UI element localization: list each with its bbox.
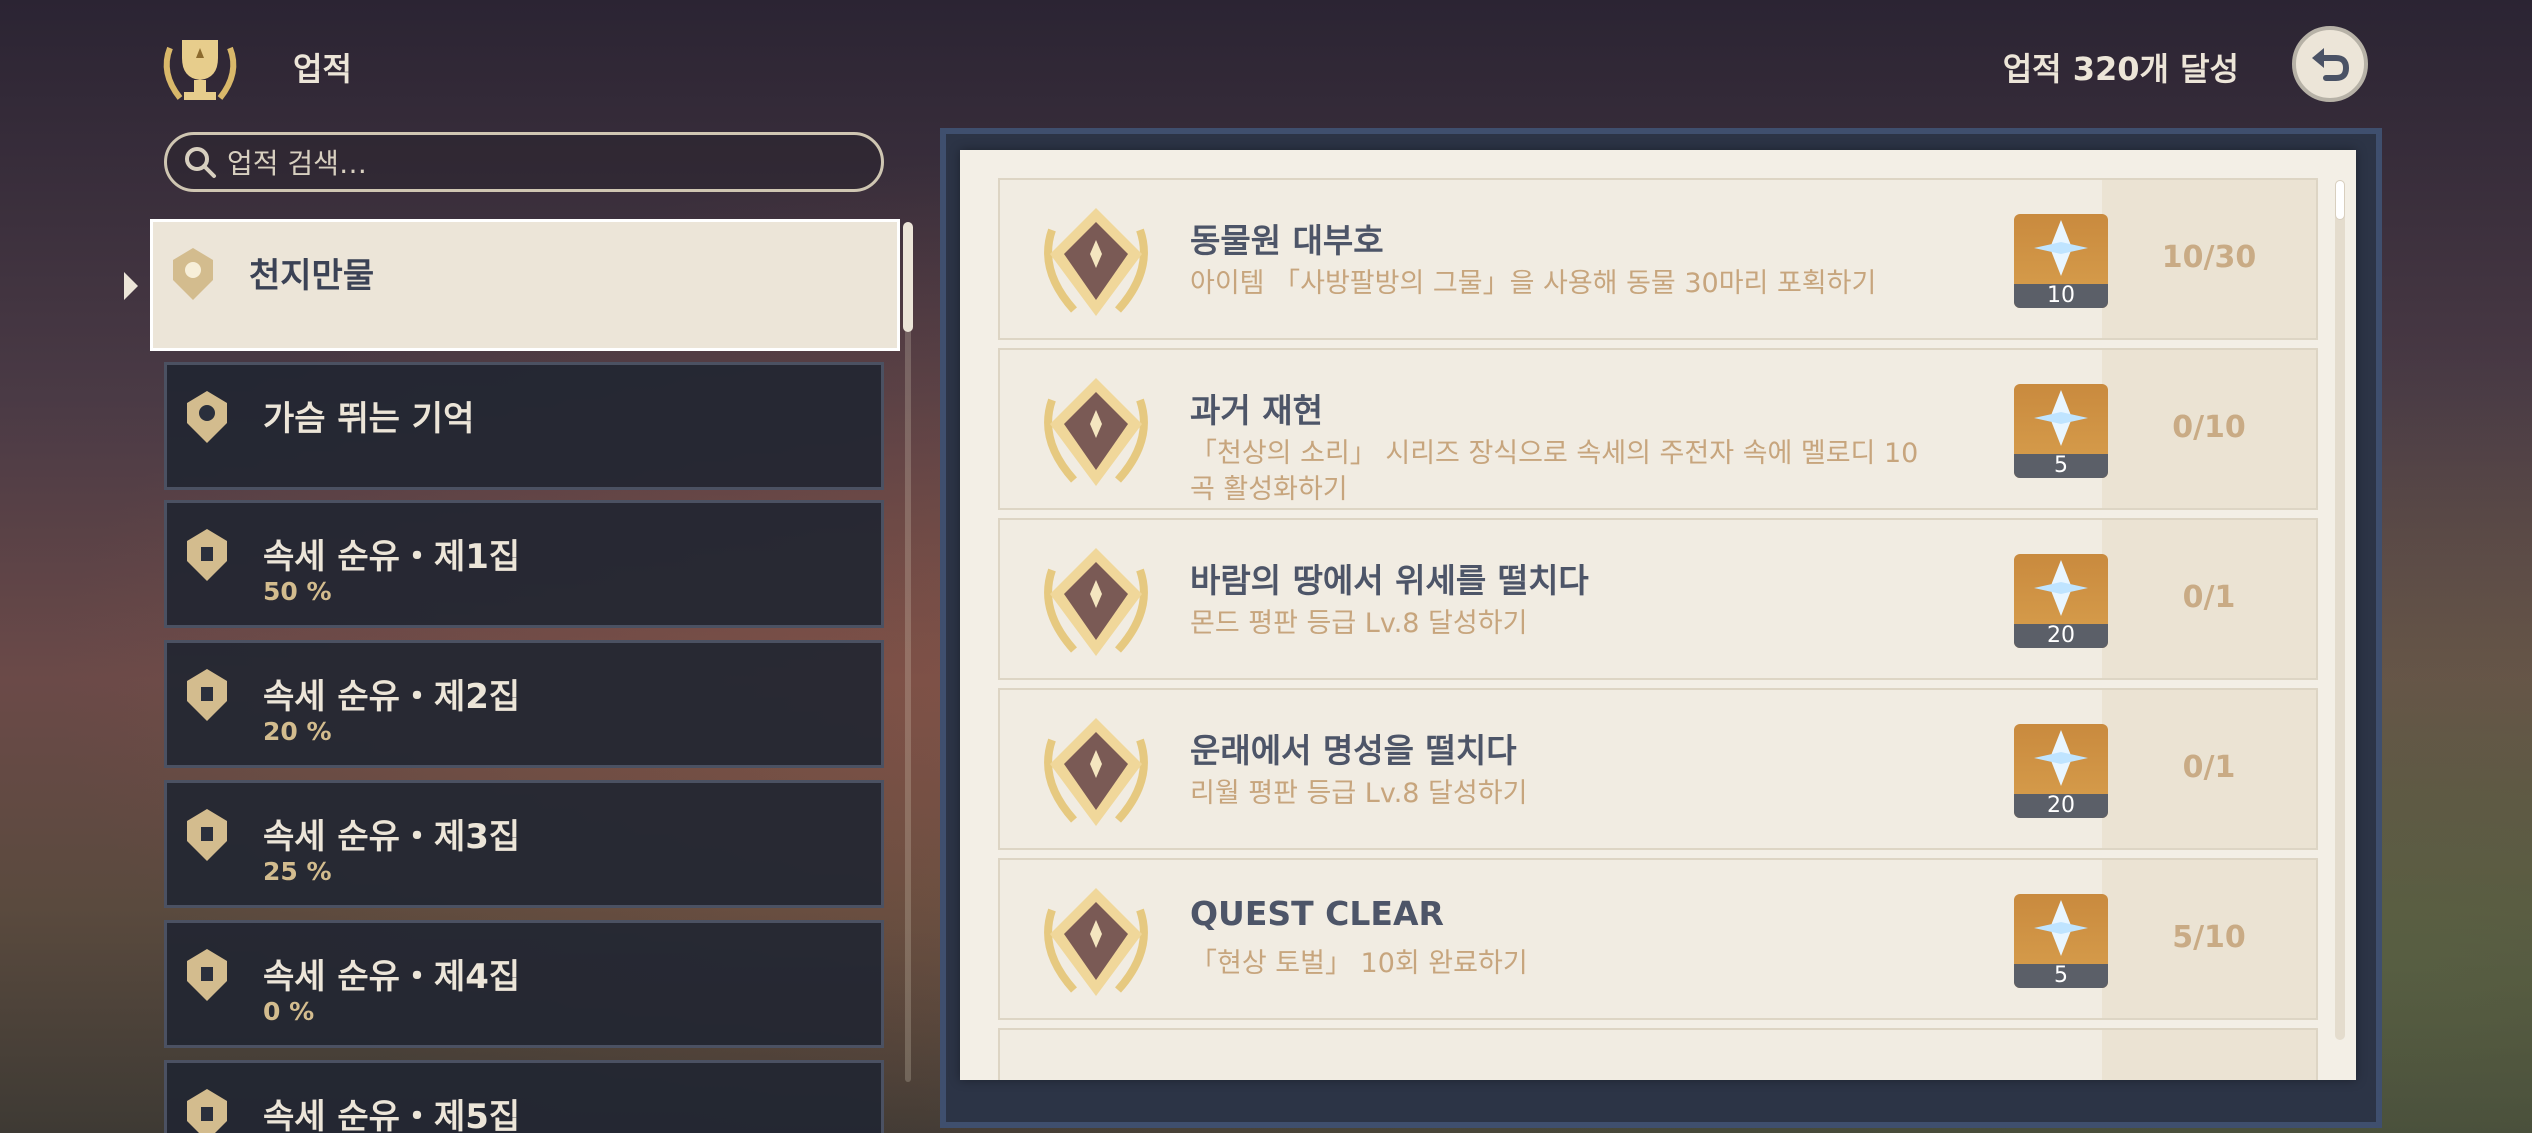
achievement-progress: 10/30 (2161, 240, 2257, 275)
trophy-icon (163, 40, 237, 100)
achievement-title: 과거 재현 (1190, 391, 1323, 430)
category-percent: 20 % (263, 717, 332, 746)
primogem-icon (2034, 220, 2088, 276)
category-item[interactable]: 속세 순유・제2집 20 % (164, 640, 884, 768)
achievement-row: 바람의 땅에서 위세를 떨치다 몬드 평판 등급 Lv.8 달성하기 20 0/… (998, 518, 2318, 680)
achievement-title: 바람의 땅에서 위세를 떨치다 (1190, 561, 1589, 600)
achievement-desc: 몬드 평판 등급 Lv.8 달성하기 (1190, 608, 1528, 639)
category-name: 속세 순유・제3집 (263, 817, 521, 857)
reward-quantity: 20 (2014, 624, 2108, 648)
achievement-count: 업적 320개 달성 (2002, 50, 2239, 88)
category-badge-icon (187, 949, 227, 1001)
primogem-reward: 20 (2014, 554, 2108, 648)
reward-quantity: 5 (2014, 454, 2108, 478)
category-item[interactable]: 가슴 뛰는 기억 (164, 362, 884, 490)
achievement-desc: 「천상의 소리」 시리즈 장식으로 속세의 주전자 속에 멜로디 10곡 활성화… (1190, 438, 1919, 505)
category-badge-icon (187, 809, 227, 861)
achievement-list: 동물원 대부호 아이템 「사방팔방의 그물」을 사용해 동물 30마리 포획하기… (960, 150, 2356, 1080)
achievement-row: 동물원 대부호 아이템 「사방팔방의 그물」을 사용해 동물 30마리 포획하기… (998, 178, 2318, 340)
primogem-icon (2034, 560, 2088, 616)
search-icon (185, 147, 216, 178)
achievement-scrollbar[interactable] (2335, 180, 2345, 1040)
primogem-reward: 5 (2014, 894, 2108, 988)
scrollbar-thumb[interactable] (2335, 180, 2345, 220)
category-name: 속세 순유・제2집 (263, 677, 521, 717)
achievement-row: 운래에서 명성을 떨치다 리월 평판 등급 Lv.8 달성하기 20 0/1 (998, 688, 2318, 850)
achievement-progress: 0/1 (2182, 580, 2236, 615)
category-percent: 0 % (263, 997, 315, 1026)
search-input[interactable]: 업적 검색… (164, 132, 884, 192)
achievement-title: 운래에서 명성을 떨치다 (1190, 731, 1517, 770)
category-item-selected[interactable]: 천지만물 (150, 219, 900, 351)
category-badge-icon (187, 529, 227, 581)
category-item[interactable]: 속세 순유・제3집 25 % (164, 780, 884, 908)
category-scrollbar[interactable] (903, 222, 913, 1082)
achievement-title: QUEST CLEAR (1190, 894, 1444, 933)
reward-quantity: 20 (2014, 794, 2108, 818)
category-percent: 25 % (263, 857, 332, 886)
scrollbar-thumb[interactable] (903, 222, 913, 332)
progress-cell (2102, 1030, 2316, 1080)
category-item[interactable]: 속세 순유・제1집 50 % (164, 500, 884, 628)
selection-arrow-icon (124, 272, 138, 300)
category-badge-icon (187, 669, 227, 721)
category-name: 가슴 뛰는 기억 (263, 399, 475, 439)
achievement-desc: 아이템 「사방팔방의 그물」을 사용해 동물 30마리 포획하기 (1190, 268, 1877, 299)
achievement-medal-icon (1044, 208, 1148, 316)
achievement-progress: 0/10 (2172, 410, 2246, 445)
category-name: 천지만물 (249, 256, 375, 296)
category-item[interactable]: 속세 순유・제5집 (164, 1060, 884, 1133)
category-badge-icon (187, 391, 227, 443)
primogem-reward: 5 (2014, 384, 2108, 478)
primogem-icon (2034, 900, 2088, 956)
achievement-desc: 리월 평판 등급 Lv.8 달성하기 (1190, 778, 1528, 809)
primogem-reward: 20 (2014, 724, 2108, 818)
category-name: 속세 순유・제5집 (263, 1097, 521, 1133)
category-badge-icon (187, 1089, 227, 1133)
return-arrow-icon (2312, 48, 2350, 81)
category-name: 속세 순유・제4집 (263, 957, 521, 997)
achievement-medal-icon (1044, 548, 1148, 656)
reward-quantity: 10 (2014, 284, 2108, 308)
category-name: 속세 순유・제1집 (263, 537, 521, 577)
achievement-row-partial (998, 1028, 2318, 1080)
back-button[interactable] (2292, 26, 2368, 102)
achievement-progress: 0/1 (2182, 750, 2236, 785)
achievement-desc: 「현상 토벌」 10회 완료하기 (1190, 948, 1528, 979)
page-title: 업적 (293, 50, 352, 88)
primogem-reward: 10 (2014, 214, 2108, 308)
primogem-icon (2034, 730, 2088, 786)
category-badge-icon (173, 248, 213, 300)
category-item[interactable]: 속세 순유・제4집 0 % (164, 920, 884, 1048)
search-placeholder: 업적 검색… (227, 147, 367, 180)
primogem-icon (2034, 390, 2088, 446)
achievement-row: 과거 재현 「천상의 소리」 시리즈 장식으로 속세의 주전자 속에 멜로디 1… (998, 348, 2318, 510)
achievement-title: 동물원 대부호 (1190, 221, 1384, 260)
category-percent: 50 % (263, 577, 332, 606)
achievement-row: QUEST CLEAR 「현상 토벌」 10회 완료하기 5 5/10 (998, 858, 2318, 1020)
reward-quantity: 5 (2014, 964, 2108, 988)
achievement-progress: 5/10 (2172, 920, 2246, 955)
achievement-medal-icon (1044, 718, 1148, 826)
achievement-medal-icon (1044, 378, 1148, 486)
achievement-medal-icon (1044, 888, 1148, 996)
